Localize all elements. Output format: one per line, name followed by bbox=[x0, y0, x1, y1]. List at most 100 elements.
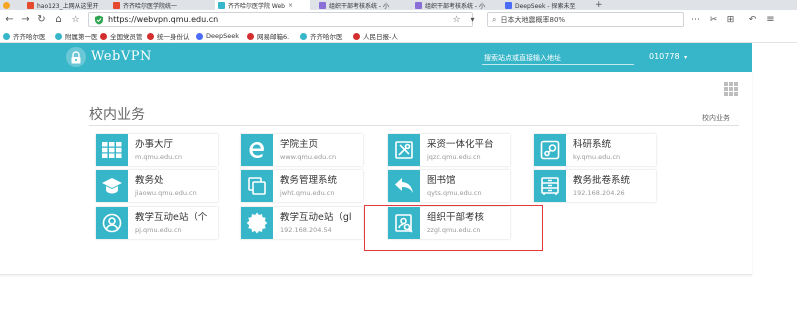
extensions-icon[interactable]: ⊞ bbox=[724, 13, 737, 26]
app-card-service-hall[interactable]: 办事大厅 m.qmu.edu.cn bbox=[96, 134, 218, 166]
bookmark-item[interactable]: 统一身份认 bbox=[147, 31, 190, 41]
search-input[interactable]: ⌕ 日本大地震概率80% bbox=[487, 12, 684, 27]
browser-e-icon bbox=[241, 134, 273, 166]
webvpn-header: WebVPN 搜索站点或直接输入地址 010778 ▾ bbox=[0, 43, 752, 72]
tab-label: 组织干部考核系统 - 小 bbox=[425, 2, 485, 10]
search-icon: ⌕ bbox=[492, 14, 497, 24]
tab-pinned[interactable] bbox=[0, 0, 21, 10]
bookmark-item[interactable]: 齐齐哈尔医 bbox=[3, 31, 46, 41]
bookmark-star-icon[interactable]: ☆ bbox=[450, 13, 463, 26]
app-domain: m.qmu.edu.cn bbox=[135, 152, 183, 161]
tab-favicon-icon bbox=[27, 1, 34, 9]
app-name: 教务批卷系统 bbox=[573, 174, 631, 186]
gear-badge-icon bbox=[241, 207, 273, 239]
app-domain: qyts.qmu.edu.cn bbox=[427, 188, 482, 197]
app-name: 科研系统 bbox=[573, 138, 612, 150]
forward-arrow-icon[interactable]: → bbox=[19, 13, 32, 26]
bookmark-favicon-icon bbox=[3, 32, 10, 40]
cabinet-icon bbox=[534, 170, 566, 202]
divider bbox=[89, 125, 739, 126]
menu-icon[interactable]: ≡ bbox=[764, 13, 777, 26]
bookmark-item[interactable]: 全国党员管 bbox=[100, 31, 143, 41]
section-title: 校内业务 bbox=[89, 107, 145, 123]
address-bar[interactable]: https://webvpn.qmu.edu.cn bbox=[88, 12, 473, 27]
tools-icon bbox=[388, 134, 420, 166]
user-menu[interactable]: 010778 ▾ bbox=[649, 52, 687, 61]
apps-grid-icon[interactable] bbox=[724, 82, 738, 96]
app-card-teaching-station-gl[interactable]: 教学互动e站（gl 192.168.204.54 bbox=[241, 207, 363, 239]
tab-cadre-system-1[interactable]: 组织干部考核系统 - 小 bbox=[316, 0, 406, 10]
copy-icon bbox=[241, 170, 273, 202]
grid-icon bbox=[96, 134, 128, 166]
app-domain: 192.168.204.26 bbox=[573, 188, 625, 197]
scissors-icon[interactable]: ✂ bbox=[707, 13, 720, 26]
brand-name: WebVPN bbox=[91, 49, 152, 64]
tab-hao123[interactable]: hao123_上网从这里开 bbox=[24, 0, 104, 10]
tab-favicon-icon bbox=[505, 1, 512, 9]
app-domain: ky.qmu.edu.cn bbox=[573, 152, 621, 161]
bookmark-item[interactable]: 附属第一医 bbox=[55, 31, 98, 41]
tab-cadre-system-2[interactable]: 组织干部考核系统 - 小 bbox=[412, 0, 497, 10]
app-name: 采资一体化平台 bbox=[427, 138, 494, 150]
dropdown-icon[interactable]: ▾ bbox=[466, 13, 479, 26]
tab-qmu-portal[interactable]: 齐齐哈尔医学院统一 bbox=[110, 0, 210, 10]
user-id: 010778 bbox=[649, 52, 680, 61]
star-outline-icon[interactable]: ☆ bbox=[69, 13, 82, 26]
bookmarks-bar: 齐齐哈尔医 附属第一医 全国党员管 统一身份认 DeepSeek 网易邮箱6. … bbox=[0, 29, 797, 43]
home-icon[interactable]: ⌂ bbox=[52, 13, 65, 26]
app-card-academic-affairs[interactable]: 教务处 jiaowu.qmu.edu.cn bbox=[96, 170, 218, 202]
tab-favicon-icon bbox=[113, 1, 120, 9]
app-card-homepage[interactable]: 学院主页 www.qmu.edu.cn bbox=[241, 134, 363, 166]
user-circle-icon bbox=[96, 207, 128, 239]
bookmark-label: DeepSeek bbox=[206, 32, 240, 40]
app-name: 教学互动e站（个 bbox=[135, 211, 208, 223]
tab-label: hao123_上网从这里开 bbox=[37, 2, 99, 10]
bookmark-label: 附属第一医 bbox=[65, 33, 98, 41]
app-domain: jiaowu.qmu.edu.cn bbox=[135, 188, 197, 197]
app-card-teaching-station-personal[interactable]: 教学互动e站（个 pj.qmu.edu.cn bbox=[96, 207, 218, 239]
bookmark-item[interactable]: DeepSeek bbox=[196, 31, 239, 41]
bookmark-item[interactable]: 网易邮箱6. bbox=[247, 31, 289, 41]
new-tab-icon[interactable]: + bbox=[592, 0, 606, 10]
app-domain: pj.qmu.edu.cn bbox=[135, 225, 182, 234]
bookmark-label: 齐齐哈尔医 bbox=[310, 33, 343, 41]
app-card-library[interactable]: 图书馆 qyts.qmu.edu.cn bbox=[388, 170, 510, 202]
vpn-address-input[interactable]: 搜索站点或直接输入地址 bbox=[482, 52, 634, 65]
shield-secure-icon bbox=[95, 15, 103, 24]
app-domain: www.qmu.edu.cn bbox=[280, 152, 337, 161]
app-card-procurement[interactable]: 采资一体化平台 jqzc.qmu.edu.cn bbox=[388, 134, 510, 166]
tab-label: DeepSeek - 探索未至 bbox=[515, 2, 576, 10]
bookmark-favicon-icon bbox=[196, 32, 203, 40]
app-card-academic-system[interactable]: 教务管理系统 jwht.qmu.edu.cn bbox=[241, 170, 363, 202]
back-arrow-icon[interactable]: ← bbox=[3, 13, 16, 26]
browser-tab-bar: hao123_上网从这里开 齐齐哈尔医学院统一 齐齐哈尔医学院 Web × 组织… bbox=[0, 0, 797, 10]
tab-favicon-icon bbox=[415, 1, 422, 9]
app-name: 学院主页 bbox=[280, 138, 319, 150]
app-name: 教学互动e站（gl bbox=[280, 211, 352, 223]
app-card-research[interactable]: 科研系统 ky.qmu.edu.cn bbox=[534, 134, 656, 166]
bookmark-favicon-icon bbox=[300, 32, 307, 40]
lock-logo-icon bbox=[66, 47, 86, 67]
tab-favicon-icon bbox=[319, 1, 326, 9]
chevron-down-icon: ▾ bbox=[684, 54, 688, 61]
search-text: 日本大地震概率80% bbox=[500, 15, 566, 24]
app-name: 办事大厅 bbox=[135, 138, 174, 150]
section-side-link[interactable]: 校内业务 bbox=[702, 113, 730, 123]
tab-close-icon[interactable]: × bbox=[288, 2, 293, 9]
tab-deepseek[interactable]: DeepSeek - 探索未至 bbox=[502, 0, 587, 10]
reload-icon[interactable]: ↻ bbox=[35, 13, 48, 26]
bookmark-item[interactable]: 齐齐哈尔医 bbox=[300, 31, 343, 41]
graduation-cap-icon bbox=[96, 170, 128, 202]
bookmark-favicon-icon bbox=[353, 32, 360, 40]
more-icon[interactable]: ⋯ bbox=[689, 13, 702, 26]
app-name: 教务处 bbox=[135, 174, 164, 186]
bookmark-label: 全国党员管 bbox=[110, 33, 143, 41]
bookmark-label: 统一身份认 bbox=[157, 33, 190, 41]
undo-icon[interactable]: ↶ bbox=[746, 13, 759, 26]
tab-webvpn[interactable]: 齐齐哈尔医学院 Web × bbox=[215, 0, 310, 10]
bookmark-item[interactable]: 人民日报-人 bbox=[353, 31, 398, 41]
app-card-exam-grading[interactable]: 教务批卷系统 192.168.204.26 bbox=[534, 170, 656, 202]
tab-label: 齐齐哈尔医学院 Web bbox=[228, 2, 285, 10]
bookmark-label: 齐齐哈尔医 bbox=[13, 33, 46, 41]
bookmark-favicon-icon bbox=[55, 32, 62, 40]
